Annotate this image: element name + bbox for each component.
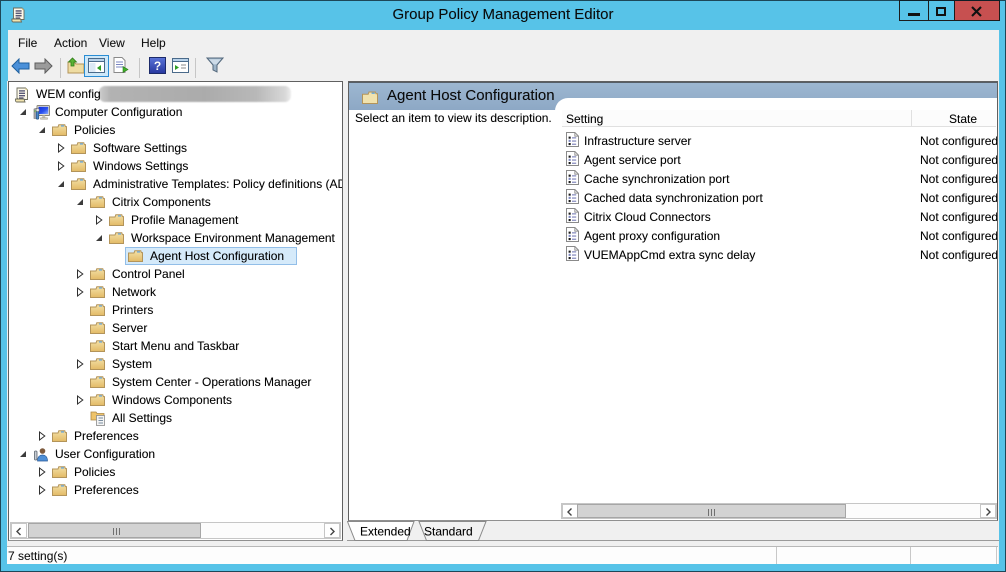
- svg-text:Standard: Standard: [424, 525, 473, 539]
- svg-text:?: ?: [154, 59, 161, 73]
- svg-text:Extended: Extended: [360, 525, 411, 539]
